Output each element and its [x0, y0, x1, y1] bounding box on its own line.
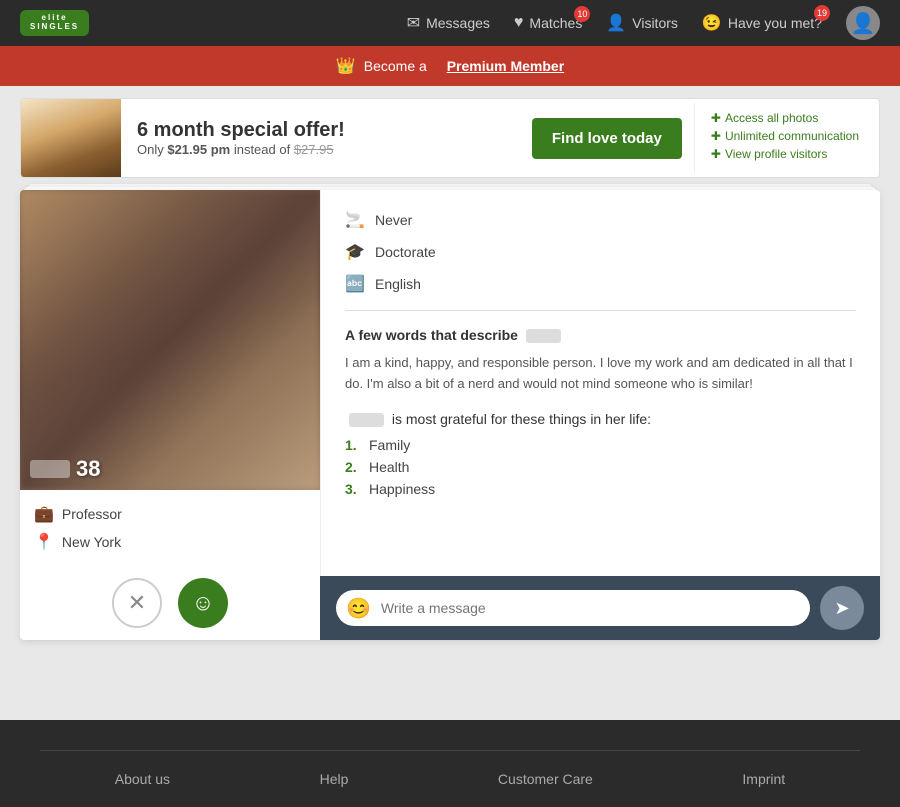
main-nav: ✉ Messages ♥ Matches 10 👤 Visitors 😉 Hav…	[407, 6, 880, 40]
messages-label: Messages	[426, 15, 490, 31]
description-title: A few words that describe	[345, 327, 856, 343]
education-label: Doctorate	[375, 244, 436, 260]
visitors-label: Visitors	[632, 15, 678, 31]
footer-customer-care[interactable]: Customer Care	[498, 771, 593, 787]
checkmark-icon-2: ✚	[711, 129, 721, 143]
grateful-list: 1. Family 2. Health 3. Happiness	[345, 437, 856, 497]
location-row: 📍 New York	[34, 528, 306, 556]
job-label: Professor	[62, 506, 122, 522]
list-item: 2. Health	[345, 459, 856, 475]
emoji-picker-button[interactable]: 😊	[336, 596, 381, 621]
language-icon: 🔤	[345, 274, 365, 294]
logo-subtext: SINGLES	[30, 23, 79, 32]
logo[interactable]: elite SINGLES	[20, 10, 89, 36]
premium-text: Become a	[364, 58, 427, 74]
job-row: 💼 Professor	[34, 500, 306, 528]
messages-icon: ✉	[407, 13, 420, 33]
ad-banner: 6 month special offer! Only $21.95 pm in…	[20, 98, 880, 178]
briefcase-icon: 💼	[34, 504, 54, 524]
location-icon: 📍	[34, 532, 54, 552]
have-you-met-badge: 19	[814, 5, 830, 21]
language-label: English	[375, 276, 421, 292]
list-item: 1. Family	[345, 437, 856, 453]
ad-feature-1: ✚Access all photos	[711, 111, 863, 125]
age-badge: 38	[30, 456, 100, 482]
main-content: 6 month special offer! Only $21.95 pm in…	[20, 98, 880, 680]
visitors-icon: 👤	[606, 13, 626, 33]
ad-price: Only $21.95 pm instead of $27.95	[137, 142, 504, 157]
smoking-icon: 🚬	[345, 210, 365, 230]
profile-card: 38 💼 Professor 📍 New York ✕ ☺	[20, 190, 880, 640]
profile-right-panel: 🚬 Never 🎓 Doctorate 🔤 English A few word…	[320, 190, 880, 576]
section-divider-1	[345, 310, 856, 311]
ad-feature-3: ✚View profile visitors	[711, 147, 863, 161]
ad-person-image	[21, 98, 121, 178]
heart-icon: ♥	[514, 14, 524, 32]
ad-features: ✚Access all photos ✚Unlimited communicat…	[694, 103, 879, 173]
education-icon: 🎓	[345, 242, 365, 262]
profile-left-panel: 38 💼 Professor 📍 New York ✕ ☺	[20, 190, 320, 640]
ad-feature-2: ✚Unlimited communication	[711, 129, 863, 143]
action-buttons: ✕ ☺	[20, 566, 320, 640]
footer-about[interactable]: About us	[115, 771, 170, 787]
profile-info: 💼 Professor 📍 New York	[20, 490, 320, 566]
smoking-row: 🚬 Never	[345, 210, 856, 230]
name-blur-grateful	[349, 413, 384, 427]
profile-photo: 38	[20, 190, 320, 490]
have-you-met-label: Have you met?	[728, 15, 822, 31]
education-row: 🎓 Doctorate	[345, 242, 856, 262]
premium-banner: 👑 Become a Premium Member	[0, 46, 900, 86]
message-box: 😊 ➤	[320, 576, 880, 640]
send-button[interactable]: ➤	[820, 586, 864, 630]
ad-cta-button[interactable]: Find love today	[532, 118, 682, 159]
footer-imprint[interactable]: Imprint	[742, 771, 785, 787]
footer-help[interactable]: Help	[320, 771, 349, 787]
footer: About us Help Customer Care Imprint	[0, 720, 900, 807]
location-label: New York	[62, 534, 121, 550]
avatar[interactable]: 👤	[846, 6, 880, 40]
list-item: 3. Happiness	[345, 481, 856, 497]
nav-have-you-met[interactable]: 😉 Have you met? 19	[702, 13, 822, 33]
nav-messages[interactable]: ✉ Messages	[407, 13, 490, 33]
send-icon: ➤	[834, 598, 849, 619]
avatar-icon: 👤	[851, 11, 876, 36]
smoking-label: Never	[375, 212, 412, 228]
name-blur-title	[526, 329, 561, 343]
grateful-title: is most grateful for these things in her…	[345, 411, 856, 427]
crown-icon: 👑	[336, 56, 356, 76]
checkmark-icon-3: ✚	[711, 147, 721, 161]
card-stack: 38 💼 Professor 📍 New York ✕ ☺	[20, 190, 880, 640]
nav-visitors[interactable]: 👤 Visitors	[606, 13, 678, 33]
photo-blur-overlay	[20, 190, 320, 490]
ad-photo	[21, 98, 121, 178]
header: elite SINGLES ✉ Messages ♥ Matches 10 👤 …	[0, 0, 900, 46]
footer-divider	[40, 750, 860, 751]
name-blur	[30, 460, 70, 478]
premium-link[interactable]: Premium Member	[447, 58, 564, 74]
nav-matches[interactable]: ♥ Matches 10	[514, 14, 582, 32]
matches-badge: 10	[574, 6, 590, 22]
profile-right-wrapper: 🚬 Never 🎓 Doctorate 🔤 English A few word…	[320, 190, 880, 640]
ad-offer-heading: 6 month special offer!	[137, 119, 504, 142]
checkmark-icon-1: ✚	[711, 111, 721, 125]
like-button[interactable]: ☺	[178, 578, 228, 628]
message-input[interactable]	[381, 590, 810, 626]
wink-icon: 😉	[702, 13, 722, 33]
reject-button[interactable]: ✕	[112, 578, 162, 628]
language-row: 🔤 English	[345, 274, 856, 294]
message-wrapper: 😊	[336, 590, 810, 626]
age-number: 38	[76, 456, 100, 482]
ad-text-block: 6 month special offer! Only $21.95 pm in…	[121, 111, 520, 165]
description-body: I am a kind, happy, and responsible pers…	[345, 353, 856, 395]
footer-links: About us Help Customer Care Imprint	[40, 771, 860, 787]
